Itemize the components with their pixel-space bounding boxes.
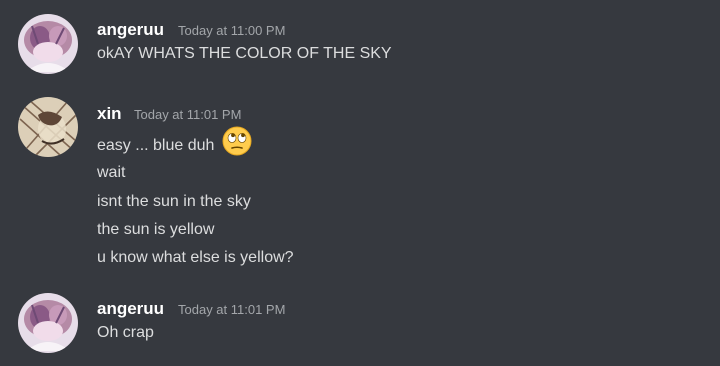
message-text-content: easy ... blue duh	[97, 137, 215, 155]
message-text: u know what else is yellow?	[97, 249, 294, 266]
avatar[interactable]	[18, 97, 78, 157]
chat-message-list: angeruu Today at 11:00 PM okAY WHATS THE…	[0, 0, 720, 366]
message-text: easy ... blue duh	[97, 126, 252, 162]
message-text: okAY WHATS THE COLOR OF THE SKY	[97, 45, 392, 62]
avatar[interactable]	[18, 293, 78, 353]
message-text: the sun is yellow	[97, 221, 215, 238]
face-with-rolling-eyes-icon	[222, 126, 252, 162]
message-timestamp: Today at 11:00 PM	[178, 23, 286, 38]
message-author[interactable]: angeruu	[97, 299, 164, 319]
message-timestamp: Today at 11:01 PM	[178, 302, 286, 317]
message-text: isnt the sun in the sky	[97, 193, 251, 210]
message-author[interactable]: angeruu	[97, 20, 164, 40]
avatar-image	[18, 97, 78, 157]
message-author[interactable]: xin	[97, 104, 122, 124]
message-text: wait	[97, 164, 126, 181]
message-text: Oh crap	[97, 324, 154, 341]
avatar[interactable]	[18, 14, 78, 74]
avatar-image	[18, 14, 78, 74]
avatar-image	[18, 293, 78, 353]
message-timestamp: Today at 11:01 PM	[134, 107, 242, 122]
